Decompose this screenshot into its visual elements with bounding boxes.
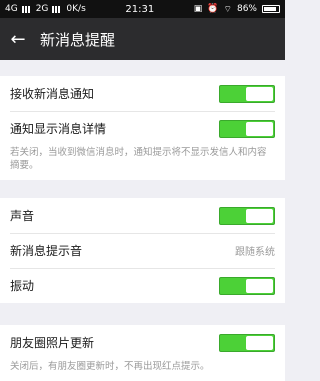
vibrate-row[interactable]: 振动 — [0, 268, 285, 303]
tone-row[interactable]: 新消息提示音 跟随系统 — [0, 233, 285, 268]
vibrate-label: 振动 — [10, 279, 35, 293]
detail-row[interactable]: 通知显示消息详情 — [0, 111, 285, 146]
sound-group: 声音 新消息提示音 跟随系统 振动 — [0, 198, 285, 303]
network-type: 4G — [5, 4, 18, 14]
moments-row[interactable]: 朋友圈照片更新 — [0, 325, 285, 360]
tone-value: 跟随系统 — [235, 247, 275, 258]
sound-label: 声音 — [10, 209, 35, 223]
toggle-knob — [246, 208, 273, 223]
detail-toggle[interactable] — [219, 119, 275, 138]
receive-label: 接收新消息通知 — [10, 87, 95, 101]
status-bar: 4G 2G 0K/s 21:31 ▣ ⏰ ⌔ 86% — [0, 0, 285, 18]
status-time: 21:31 — [125, 3, 155, 15]
tone-label: 新消息提示音 — [10, 244, 83, 258]
toggle-knob — [246, 121, 273, 136]
alarm-icon: ⏰ — [207, 4, 219, 14]
status-right: ▣ ⏰ ⌔ 86% — [194, 4, 280, 15]
network-speed: 0K/s — [66, 4, 86, 14]
toggle-knob — [246, 335, 273, 350]
network-type-2: 2G — [35, 4, 49, 14]
sound-row[interactable]: 声音 — [0, 198, 285, 233]
status-left: 4G 2G 0K/s — [5, 4, 86, 14]
moments-toggle[interactable] — [219, 333, 275, 352]
toggle-knob — [246, 278, 273, 293]
detail-hint: 若关闭，当收到微信消息时，通知提示将不显示发信人和内容摘要。 — [10, 147, 267, 171]
vibrate-toggle[interactable] — [219, 276, 275, 295]
wifi-icon: ⌔ — [223, 4, 232, 15]
toggle-knob — [246, 86, 273, 101]
page-title: 新消息提醒 — [40, 30, 116, 49]
notification-group: 接收新消息通知 通知显示消息详情 若关闭，当收到微信消息时，通知提示将不显示发信… — [0, 76, 285, 180]
moments-group: 朋友圈照片更新 关闭后，有朋友圈更新时，不再出现红点提示。 — [0, 325, 285, 381]
back-button[interactable]: ← — [0, 29, 36, 50]
battery-icon — [262, 5, 280, 13]
moments-hint: 关闭后，有朋友圈更新时，不再出现红点提示。 — [10, 361, 210, 372]
receive-toggle[interactable] — [219, 84, 275, 103]
battery-percent: 86% — [236, 4, 257, 14]
signal-icon — [21, 5, 32, 13]
signal-icon-2 — [52, 5, 63, 13]
title-bar: ← 新消息提醒 — [0, 18, 285, 60]
back-arrow-icon: ← — [10, 28, 26, 50]
sim-icon: ▣ — [193, 4, 203, 14]
detail-label: 通知显示消息详情 — [10, 122, 107, 136]
receive-row[interactable]: 接收新消息通知 — [0, 76, 285, 111]
moments-label: 朋友圈照片更新 — [10, 336, 95, 350]
sound-toggle[interactable] — [219, 206, 275, 225]
